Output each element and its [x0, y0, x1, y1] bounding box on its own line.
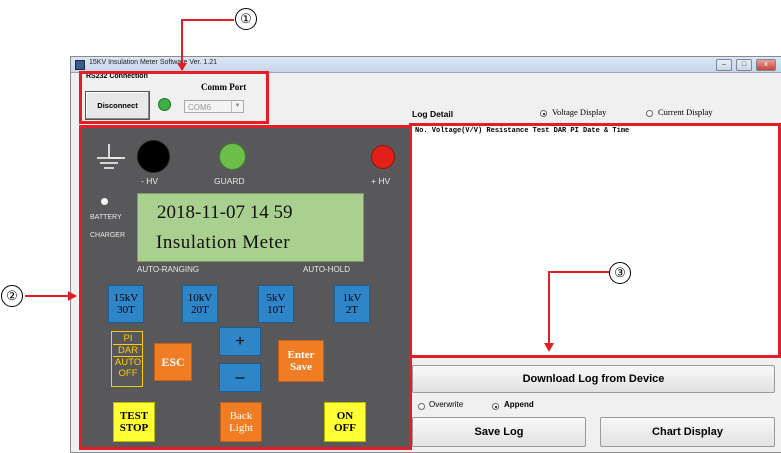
current-display-label[interactable]: Current Display — [658, 107, 713, 117]
overwrite-radio[interactable] — [418, 403, 425, 410]
callout-2-line — [25, 295, 70, 297]
app-icon — [75, 60, 85, 70]
callout-1-badge: ① — [235, 8, 257, 30]
callout-3-badge: ③ — [609, 262, 631, 284]
callout-box-3 — [409, 123, 781, 358]
minimize-button[interactable]: – — [716, 59, 732, 71]
callout-box-1 — [79, 71, 269, 124]
callout-box-2 — [79, 125, 412, 450]
window-title: 15KV Insulation Meter Software Ver. 1.21 — [89, 59, 218, 66]
callout-3-arrow — [544, 343, 554, 352]
close-button[interactable]: x — [756, 59, 776, 71]
callout-2-arrow — [68, 291, 77, 301]
callout-2-badge: ② — [1, 285, 23, 307]
callout-3-line — [548, 271, 550, 345]
voltage-display-radio[interactable] — [540, 110, 547, 117]
chart-display-button[interactable]: Chart Display — [600, 417, 775, 447]
callout-1-arrow — [177, 63, 187, 71]
maximize-button[interactable]: □ — [736, 59, 752, 71]
callout-3-line — [548, 271, 609, 273]
append-radio[interactable] — [492, 403, 499, 410]
log-detail-label: Log Detail — [412, 109, 454, 119]
voltage-display-label[interactable]: Voltage Display — [552, 107, 606, 117]
save-log-button[interactable]: Save Log — [412, 417, 586, 447]
download-log-button[interactable]: Download Log from Device — [412, 365, 775, 393]
append-label[interactable]: Append — [504, 400, 534, 409]
current-display-radio[interactable] — [646, 110, 653, 117]
callout-1-line — [181, 19, 234, 21]
overwrite-label[interactable]: Overwrite — [429, 400, 463, 409]
